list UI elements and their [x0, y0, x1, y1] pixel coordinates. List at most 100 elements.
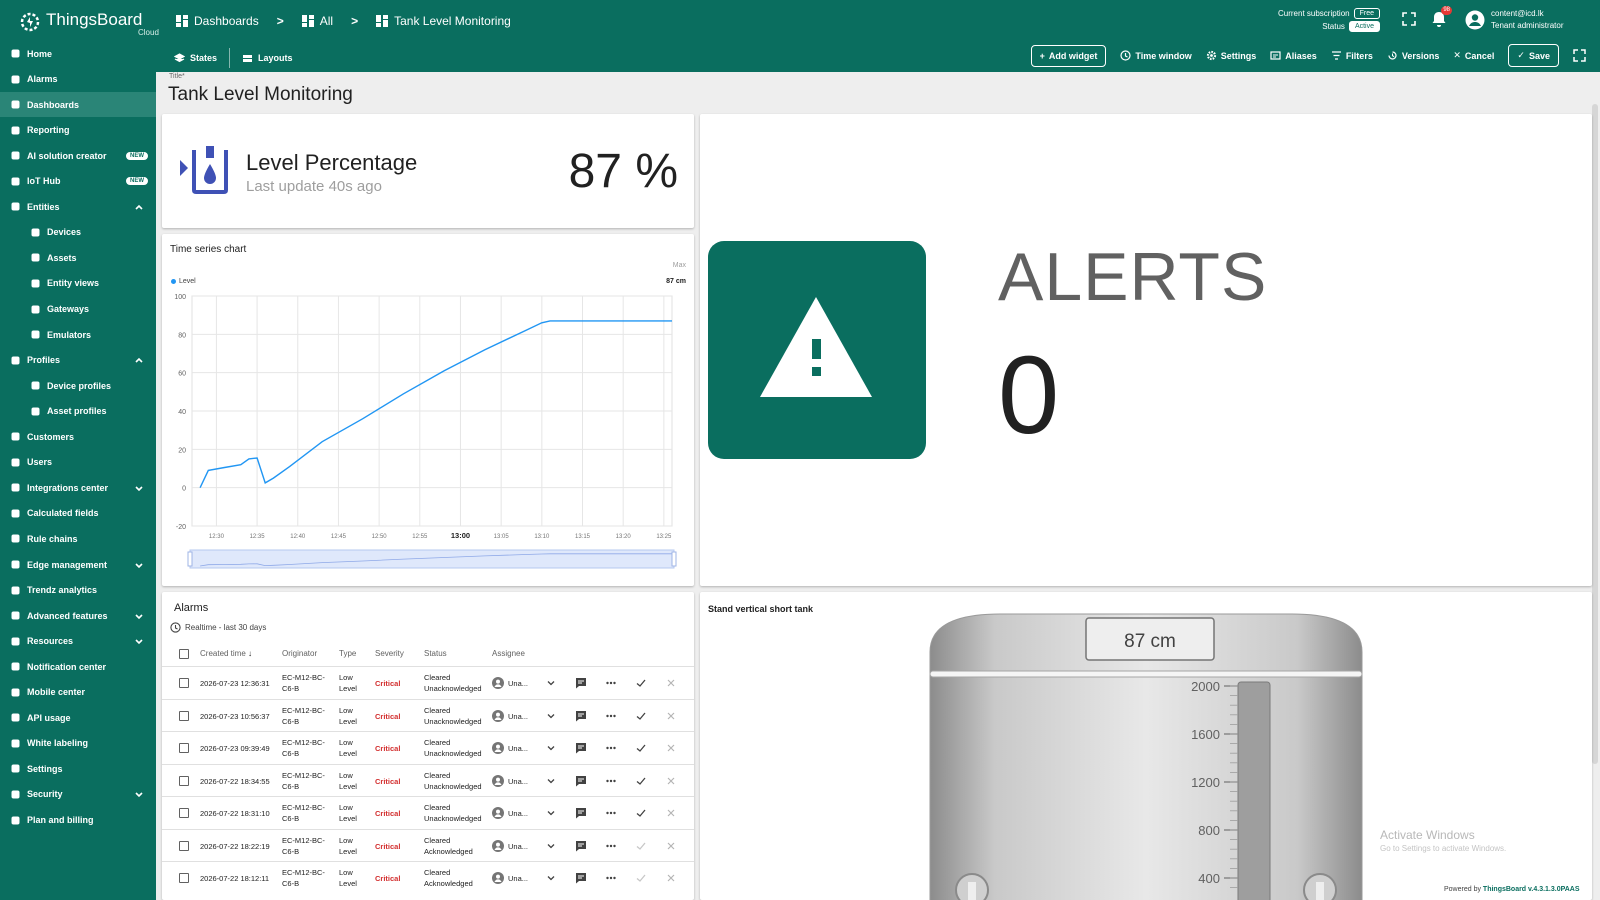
- assignee[interactable]: Una...: [508, 711, 528, 722]
- row-checkbox[interactable]: [179, 808, 189, 818]
- table-row[interactable]: 2026-07-23 10:56:37 EC-M12-BC- C6-B Low Leve…: [162, 698, 694, 731]
- chevron-down-icon[interactable]: [134, 483, 144, 493]
- time-window-button[interactable]: Time window: [1120, 50, 1192, 61]
- comment-icon[interactable]: [575, 677, 587, 689]
- logo[interactable]: ThingsBoard Cloud: [18, 8, 159, 38]
- originator[interactable]: EC-M12-BC- C6-B: [282, 835, 325, 857]
- assignee[interactable]: Una...: [508, 873, 528, 884]
- sidebar-item-security[interactable]: Security: [0, 782, 156, 807]
- row-checkbox[interactable]: [179, 743, 189, 753]
- table-row[interactable]: 2026-07-23 12:36:31 EC-M12-BC- C6-B Low Leve…: [162, 666, 694, 698]
- sidebar-item-assets[interactable]: Assets: [0, 245, 156, 270]
- sidebar-item-calculated-fields[interactable]: Calculated fields: [0, 501, 156, 526]
- sidebar-item-resources[interactable]: Resources: [0, 629, 156, 654]
- aliases-button[interactable]: Aliases: [1270, 50, 1317, 61]
- sidebar-item-customers[interactable]: Customers: [0, 424, 156, 449]
- sidebar-item-emulators[interactable]: Emulators: [0, 322, 156, 347]
- chevron-down-icon[interactable]: [545, 807, 557, 819]
- assignee[interactable]: Una...: [508, 678, 528, 689]
- column-severity[interactable]: Severity: [375, 649, 404, 658]
- sidebar-item-device-profiles[interactable]: Device profiles: [0, 373, 156, 398]
- row-checkbox[interactable]: [179, 678, 189, 688]
- sidebar-item-api-usage[interactable]: API usage: [0, 705, 156, 730]
- assignee[interactable]: Una...: [508, 841, 528, 852]
- sidebar-item-profiles[interactable]: Profiles: [0, 348, 156, 373]
- acknowledge-icon[interactable]: [635, 807, 647, 819]
- column-assignee[interactable]: Assignee: [492, 649, 525, 658]
- add-widget-button[interactable]: + Add widget: [1030, 44, 1107, 67]
- originator[interactable]: EC-M12-BC- C6-B: [282, 802, 325, 824]
- level-percentage-widget[interactable]: Level Percentage Last update 40s ago 87 …: [162, 114, 694, 228]
- breadcrumb-dashboards[interactable]: Dashboards: [176, 14, 259, 28]
- acknowledge-icon[interactable]: [635, 775, 647, 787]
- notifications-button[interactable]: 98: [1430, 6, 1452, 28]
- sidebar-item-mobile-center[interactable]: Mobile center: [0, 680, 156, 705]
- table-row[interactable]: 2026-07-22 18:34:55 EC-M12-BC- C6-B Low Leve…: [162, 763, 694, 796]
- sidebar-item-edge-management[interactable]: Edge management: [0, 552, 156, 577]
- more-icon[interactable]: [605, 775, 617, 787]
- more-icon[interactable]: [605, 807, 617, 819]
- tank-widget[interactable]: 87 cm 2000 1600 1200 800 400 Stand vertical s…: [700, 592, 1592, 900]
- row-checkbox[interactable]: [179, 710, 189, 721]
- zoom-handle-left[interactable]: [187, 551, 193, 567]
- more-icon[interactable]: [605, 840, 617, 852]
- acknowledge-icon[interactable]: [635, 742, 647, 754]
- filters-button[interactable]: Filters: [1331, 50, 1373, 61]
- chevron-down-icon[interactable]: [134, 611, 144, 621]
- comment-icon[interactable]: [575, 742, 587, 754]
- column-originator[interactable]: Originator: [282, 649, 317, 658]
- sidebar-item-advanced-features[interactable]: Advanced features: [0, 603, 156, 628]
- originator[interactable]: EC-M12-BC- C6-B: [282, 770, 325, 792]
- alarms-widget[interactable]: Alarms Realtime - last 30 days Created t…: [162, 592, 694, 900]
- column-type[interactable]: Type: [339, 649, 356, 658]
- chevron-up-icon[interactable]: [134, 355, 144, 365]
- sidebar-item-trendz-analytics[interactable]: Trendz analytics: [0, 578, 156, 603]
- sidebar-item-home[interactable]: Home: [0, 41, 156, 66]
- comment-icon[interactable]: [575, 807, 587, 819]
- states-button[interactable]: States: [174, 52, 217, 64]
- chevron-down-icon[interactable]: [545, 872, 557, 884]
- chart-legend[interactable]: Level: [171, 278, 196, 285]
- page-scrollbar[interactable]: [1592, 104, 1598, 764]
- sidebar-item-entities[interactable]: Entities: [0, 194, 156, 219]
- chevron-down-icon[interactable]: [545, 710, 557, 722]
- plan-badge[interactable]: Free: [1353, 8, 1380, 19]
- assignee[interactable]: Una...: [508, 808, 528, 819]
- table-row[interactable]: 2026-07-23 09:39:49 EC-M12-BC- C6-B Low Leve…: [162, 731, 694, 763]
- assignee[interactable]: Una...: [508, 743, 528, 754]
- more-icon[interactable]: [605, 677, 617, 689]
- sidebar-item-reporting[interactable]: Reporting: [0, 118, 156, 143]
- chevron-down-icon[interactable]: [134, 560, 144, 570]
- comment-icon[interactable]: [575, 840, 587, 852]
- sidebar-item-white-labeling[interactable]: White labeling: [0, 731, 156, 756]
- fullscreen-icon[interactable]: [1573, 49, 1586, 62]
- originator[interactable]: EC-M12-BC- C6-B: [282, 672, 325, 694]
- sidebar-item-notification-center[interactable]: Notification center: [0, 654, 156, 679]
- sidebar-item-dashboards[interactable]: Dashboards: [0, 92, 156, 118]
- cancel-button[interactable]: ✕ Cancel: [1453, 50, 1494, 61]
- chevron-down-icon[interactable]: [545, 677, 557, 689]
- chevron-down-icon[interactable]: [545, 742, 557, 754]
- user-menu[interactable]: content@icd.lk Tenant administrator: [1465, 8, 1563, 32]
- realtime-filter[interactable]: Realtime - last 30 days: [170, 622, 266, 633]
- select-all-checkbox[interactable]: [179, 649, 189, 659]
- comment-icon[interactable]: [575, 710, 587, 722]
- more-icon[interactable]: [605, 710, 617, 722]
- breadcrumb-all[interactable]: All: [301, 14, 333, 28]
- sidebar-item-entity-views[interactable]: Entity views: [0, 271, 156, 296]
- row-checkbox[interactable]: [179, 873, 189, 883]
- settings-button[interactable]: Settings: [1206, 50, 1256, 61]
- save-button[interactable]: ✓ Save: [1508, 44, 1559, 67]
- sidebar-item-users[interactable]: Users: [0, 450, 156, 475]
- more-icon[interactable]: [605, 742, 617, 754]
- originator[interactable]: EC-M12-BC- C6-B: [282, 705, 325, 727]
- row-checkbox[interactable]: [179, 775, 189, 786]
- assignee[interactable]: Una...: [508, 776, 528, 787]
- row-checkbox[interactable]: [179, 840, 189, 851]
- sidebar-item-gateways[interactable]: Gateways: [0, 297, 156, 322]
- chevron-down-icon[interactable]: [545, 775, 557, 787]
- chevron-down-icon[interactable]: [545, 840, 557, 852]
- powered-brand[interactable]: ThingsBoard v.4.3.1.3.0PAAS: [1483, 886, 1580, 893]
- fullscreen-icon[interactable]: [1400, 10, 1418, 28]
- more-icon[interactable]: [605, 872, 617, 884]
